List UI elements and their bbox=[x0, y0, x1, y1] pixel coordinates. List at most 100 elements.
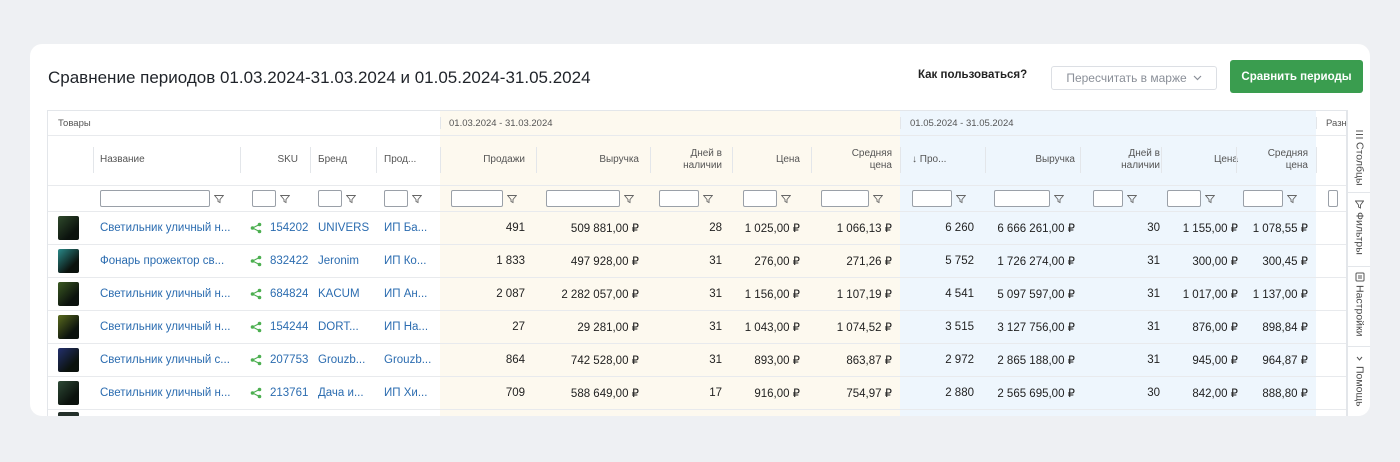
filter-input-diff[interactable] bbox=[1328, 190, 1338, 207]
cell-seller[interactable]: ИП Хи... bbox=[384, 377, 436, 409]
share-icon[interactable] bbox=[250, 354, 262, 366]
share-icon[interactable] bbox=[250, 321, 262, 333]
filter-input-sales2[interactable] bbox=[912, 190, 952, 207]
share-icon[interactable] bbox=[250, 288, 262, 300]
cell-seller[interactable]: Grouzb... bbox=[384, 344, 436, 376]
col-seller[interactable]: Прод... bbox=[384, 135, 416, 185]
share-icon[interactable] bbox=[250, 387, 262, 399]
cell-avg1: 1 107,19 ₽ bbox=[836, 289, 892, 301]
product-thumbnail[interactable] bbox=[58, 315, 79, 339]
filter-avg-price2 bbox=[1243, 190, 1297, 207]
filter-icon bbox=[781, 194, 791, 203]
product-thumbnail[interactable] bbox=[58, 216, 79, 240]
col-sales1[interactable]: Продажи bbox=[448, 135, 525, 185]
cell-seller[interactable]: ИП На... bbox=[384, 311, 436, 343]
product-thumbnail[interactable] bbox=[58, 282, 79, 306]
col-brand[interactable]: Бренд bbox=[318, 135, 347, 185]
filter-input-avg-price1[interactable] bbox=[821, 190, 869, 207]
product-thumbnail[interactable] bbox=[58, 348, 79, 372]
cell-name[interactable]: Фонарь прожектор св... bbox=[100, 245, 240, 277]
col-sales2[interactable]: ↓ Про... bbox=[912, 135, 946, 185]
cell-sku[interactable]: 684824 bbox=[250, 278, 308, 310]
how-to-link[interactable]: Как пользоваться? bbox=[918, 69, 1027, 81]
cell-rev2: 5 097 597,00 ₽ bbox=[997, 289, 1075, 301]
cell-brand[interactable]: Jeronim bbox=[318, 245, 378, 277]
product-thumbnail[interactable] bbox=[58, 249, 79, 273]
filter-input-name[interactable] bbox=[100, 190, 210, 207]
cell-brand[interactable]: Grouzb... bbox=[318, 344, 378, 376]
side-tab-filters[interactable]: Фильтры bbox=[1348, 200, 1370, 255]
cell-price1: 1 025,00 ₽ bbox=[744, 223, 800, 235]
cell-days2: 30 bbox=[1147, 387, 1160, 399]
cell-sales2: 3 515 bbox=[945, 321, 974, 333]
cell-seller[interactable]: ИП Ан... bbox=[384, 278, 436, 310]
cell-days1: 31 bbox=[709, 321, 722, 333]
cell-sales1: 27 bbox=[512, 321, 525, 333]
col-price1[interactable]: Цена bbox=[738, 135, 800, 185]
cell-brand[interactable]: UNIVERS bbox=[318, 212, 378, 244]
cell-brand[interactable]: DORT... bbox=[318, 311, 378, 343]
cell-price1: 1 156,00 ₽ bbox=[744, 289, 800, 301]
cell-name[interactable]: Светильник уличный н... bbox=[100, 377, 240, 409]
cell-sku[interactable]: 154202 bbox=[250, 212, 308, 244]
cell-name[interactable]: Светильник уличный н... bbox=[100, 212, 240, 244]
filter-input-revenue2[interactable] bbox=[994, 190, 1050, 207]
filter-input-seller[interactable] bbox=[384, 190, 408, 207]
filter-icon bbox=[624, 194, 634, 203]
product-thumbnail[interactable] bbox=[58, 412, 79, 416]
cell-days2: 31 bbox=[1147, 288, 1160, 300]
filter-input-revenue1[interactable] bbox=[546, 190, 620, 207]
filter-input-days2[interactable] bbox=[1093, 190, 1123, 207]
filter-input-price2[interactable] bbox=[1167, 190, 1201, 207]
cell-rev1: 29 281,00 ₽ bbox=[577, 322, 639, 334]
share-icon[interactable] bbox=[250, 222, 262, 234]
side-tab-help[interactable]: Помощь bbox=[1348, 354, 1370, 407]
col-price2[interactable]: Цена bbox=[1168, 135, 1238, 185]
filter-input-days1[interactable] bbox=[659, 190, 699, 207]
cell-avg1: 271,26 ₽ bbox=[846, 256, 892, 268]
filter-days2 bbox=[1093, 190, 1137, 207]
cell-sales1: 864 bbox=[505, 354, 525, 366]
cell-sku[interactable]: 213761 bbox=[250, 377, 308, 409]
cell-price1: 916,00 ₽ bbox=[754, 388, 800, 400]
col-days2[interactable]: Дней в наличии bbox=[1088, 135, 1160, 185]
cell-sku[interactable]: 154244 bbox=[250, 311, 308, 343]
col-avg-price1[interactable]: Средняя цена bbox=[818, 135, 892, 185]
recalc-margin-label: Пересчитать в марже bbox=[1066, 71, 1187, 85]
cell-avg1: 1 074,52 ₽ bbox=[836, 322, 892, 334]
cell-days2: 31 bbox=[1147, 255, 1160, 267]
filter-input-brand[interactable] bbox=[318, 190, 342, 207]
cell-avg1: 754,97 ₽ bbox=[846, 388, 892, 400]
filter-revenue1 bbox=[546, 190, 634, 207]
col-revenue1[interactable]: Выручка bbox=[543, 135, 639, 185]
filter-sku bbox=[252, 190, 290, 207]
cell-name[interactable]: Светильник уличный н... bbox=[100, 278, 240, 310]
filter-input-sales1[interactable] bbox=[451, 190, 503, 207]
col-sku[interactable]: SKU bbox=[248, 135, 298, 185]
columns-icon bbox=[1356, 130, 1363, 139]
cell-brand[interactable]: Дача и... bbox=[318, 377, 378, 409]
col-days1[interactable]: Дней в наличии bbox=[658, 135, 722, 185]
product-thumbnail[interactable] bbox=[58, 381, 79, 405]
cell-seller[interactable]: ИП Ко... bbox=[384, 245, 436, 277]
col-revenue2[interactable]: Выручка bbox=[993, 135, 1075, 185]
cell-name[interactable]: Светильник уличный н... bbox=[100, 311, 240, 343]
cell-brand[interactable]: KACUM bbox=[318, 278, 378, 310]
filter-input-sku[interactable] bbox=[252, 190, 276, 207]
recalc-margin-select[interactable]: Пересчитать в марже bbox=[1051, 66, 1217, 90]
col-avg-price2[interactable]: Средняя цена bbox=[1248, 135, 1308, 185]
filter-input-avg-price2[interactable] bbox=[1243, 190, 1283, 207]
cell-sku[interactable]: 207753 bbox=[250, 344, 308, 376]
share-icon[interactable] bbox=[250, 255, 262, 267]
cell-name[interactable]: Светильник уличный с... bbox=[100, 344, 240, 376]
cell-price1: 276,00 ₽ bbox=[754, 256, 800, 268]
filter-input-price1[interactable] bbox=[743, 190, 777, 207]
page-title: Сравнение периодов 01.03.2024-31.03.2024… bbox=[48, 68, 591, 87]
cell-sku[interactable]: 832422 bbox=[250, 245, 308, 277]
compare-periods-button[interactable]: Сравнить периоды bbox=[1230, 60, 1363, 93]
side-tab-settings[interactable]: Настройки bbox=[1348, 272, 1370, 337]
side-tab-columns[interactable]: Столбцы bbox=[1348, 130, 1370, 186]
cell-price2: 876,00 ₽ bbox=[1192, 322, 1238, 334]
cell-seller[interactable]: ИП Ба... bbox=[384, 212, 436, 244]
col-name[interactable]: Название bbox=[100, 135, 145, 185]
